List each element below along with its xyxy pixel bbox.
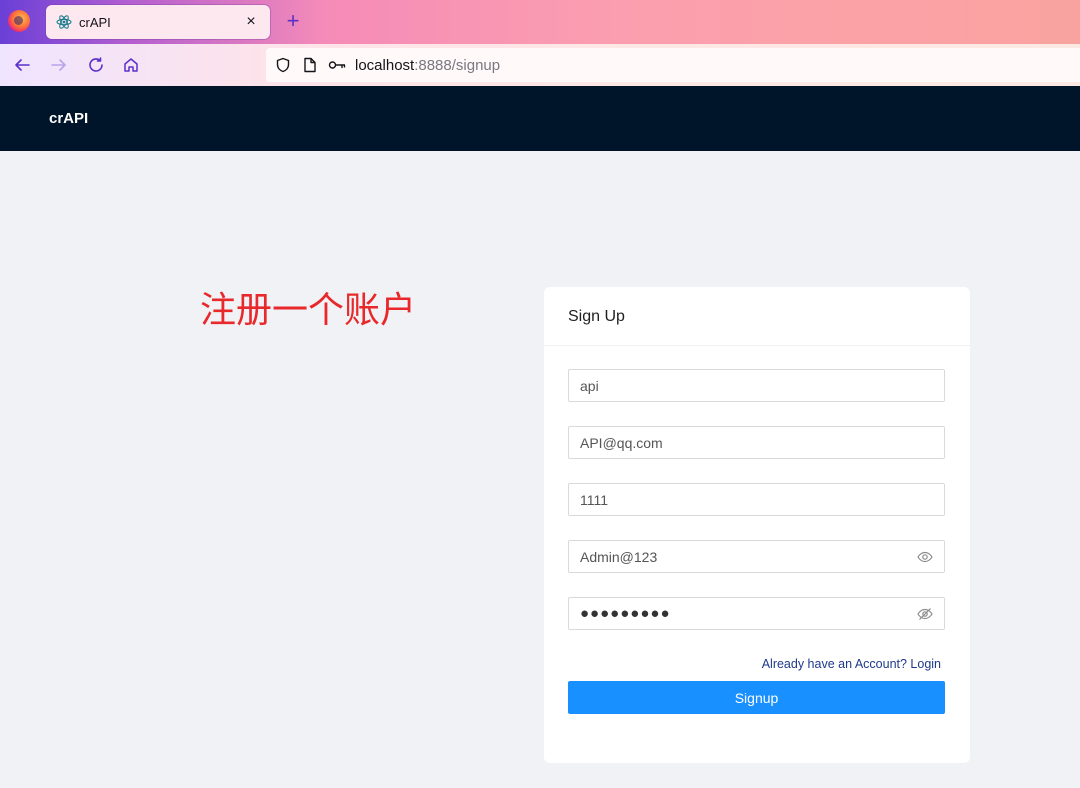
email-value: API@qq.com <box>580 434 663 451</box>
reload-icon[interactable] <box>84 53 108 77</box>
confirm-password-value: ●●●●●●●●● <box>580 605 671 622</box>
phone-value: 1111 <box>580 491 609 508</box>
name-value: api <box>580 377 599 394</box>
name-field[interactable]: api <box>568 369 945 402</box>
password-field[interactable]: Admin@123 <box>568 540 945 573</box>
home-icon[interactable] <box>119 53 143 77</box>
url-path: :8888/signup <box>414 56 501 74</box>
annotation-text: 注册一个账户 <box>200 290 417 331</box>
eye-icon[interactable] <box>917 549 933 565</box>
forward-arrow-icon[interactable] <box>47 53 71 77</box>
tab-title: crAPI <box>79 14 111 30</box>
email-field[interactable]: API@qq.com <box>568 426 945 459</box>
page-icon[interactable] <box>301 56 319 74</box>
password-value: Admin@123 <box>580 548 658 565</box>
browser-tab-bar: crAPI × + <box>0 0 1080 44</box>
react-icon <box>56 14 72 30</box>
signup-card: Sign Up api API@qq.com 1111 Admin@123 ●●… <box>544 287 970 763</box>
eye-slash-icon[interactable] <box>917 606 933 622</box>
plus-icon[interactable]: + <box>282 10 304 32</box>
browser-nav-bar: localhost:8888/signup <box>0 44 1080 86</box>
signup-button[interactable]: Signup <box>568 681 945 714</box>
card-title: Sign Up <box>568 308 625 325</box>
key-icon[interactable] <box>328 56 346 74</box>
confirm-password-field[interactable]: ●●●●●●●●● <box>568 597 945 630</box>
url-host: localhost <box>355 56 415 74</box>
login-link[interactable]: Already have an Account? Login <box>762 657 941 671</box>
shield-icon[interactable] <box>274 56 292 74</box>
back-arrow-icon[interactable] <box>10 53 34 77</box>
close-icon[interactable]: × <box>242 13 260 31</box>
app-header: crAPI <box>0 86 1080 151</box>
url-bar[interactable]: localhost:8888/signup <box>266 48 1080 82</box>
card-header: Sign Up <box>544 287 970 346</box>
browser-tab[interactable]: crAPI × <box>46 5 270 39</box>
firefox-icon[interactable] <box>8 10 30 32</box>
brand-logo[interactable]: crAPI <box>49 110 88 127</box>
phone-field[interactable]: 1111 <box>568 483 945 516</box>
